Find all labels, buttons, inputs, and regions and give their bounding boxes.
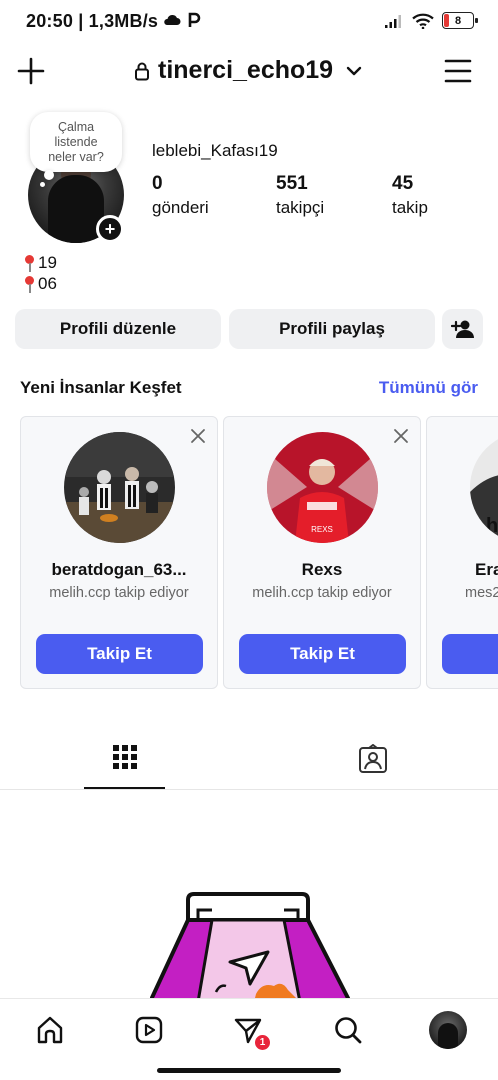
- home-indicator[interactable]: [157, 1068, 341, 1073]
- stat-following[interactable]: 45 takip: [392, 173, 428, 218]
- note-bubble[interactable]: Çalma listende neler var?: [30, 112, 122, 172]
- cloud-icon: [164, 14, 181, 25]
- profile-header: tinerci_echo19: [0, 50, 498, 94]
- profile-avatar: [429, 1011, 467, 1049]
- bio-line-1: 19: [38, 253, 57, 272]
- p-app-icon: [188, 12, 200, 27]
- signal-icon: [385, 14, 401, 28]
- nav-messages[interactable]: 1: [231, 1013, 271, 1051]
- search-icon: [335, 1017, 362, 1044]
- note-line-1: Çalma: [57, 120, 95, 134]
- chevron-down-icon: [346, 66, 362, 75]
- avatar-letter-text: h: [486, 515, 498, 537]
- suggestion-card[interactable]: REXS Rexs melih.ccp takip ediyor Takip E…: [223, 416, 421, 689]
- nav-reels[interactable]: [132, 1013, 166, 1047]
- menu-icon[interactable]: [444, 58, 472, 84]
- share-profile-button[interactable]: Profili paylaş: [229, 309, 435, 349]
- note-line-3: neler var?: [48, 150, 104, 164]
- reels-icon: [135, 1016, 163, 1044]
- pin-icon: [22, 274, 38, 294]
- stat-followers-value: 551: [276, 173, 308, 194]
- empty-posts-illustration: [150, 892, 350, 1002]
- close-icon[interactable]: [392, 427, 410, 445]
- suggestion-subtitle: melih.ccp takip ediyor: [49, 585, 189, 601]
- status-time: 20:50 | 1,3MB/s: [26, 11, 201, 32]
- nav-profile[interactable]: [429, 1011, 467, 1049]
- profile-tabs: [0, 735, 498, 790]
- close-icon[interactable]: [189, 427, 207, 445]
- discover-title: Yeni İnsanlar Keşfet: [20, 378, 182, 397]
- suggestion-card[interactable]: h Era mes2 T: [426, 416, 498, 689]
- bio-line-2: 06: [38, 274, 57, 293]
- battery-icon: 8: [442, 12, 478, 29]
- suggestion-username[interactable]: Era: [475, 560, 498, 580]
- pin-icon: [22, 253, 38, 273]
- profile-full-name: leblebi_Kafası19: [152, 141, 278, 160]
- plus-icon[interactable]: [16, 56, 46, 86]
- note-line-2: listende: [54, 135, 98, 149]
- status-bar: 20:50 | 1,3MB/s 8: [0, 0, 498, 44]
- lock-icon: [135, 62, 149, 80]
- note-bubble-tail: [44, 170, 54, 180]
- suggestion-avatar[interactable]: h: [470, 432, 498, 543]
- stat-posts-value: 0: [152, 173, 163, 194]
- messages-badge: 1: [254, 1034, 271, 1051]
- suggestion-avatar[interactable]: [64, 432, 175, 543]
- discover-header: Yeni İnsanlar Keşfet Tümünü gör: [20, 378, 478, 400]
- follow-button[interactable]: T: [442, 634, 498, 674]
- note-bubble-tail-small: [40, 182, 45, 187]
- stat-following-label: takip: [392, 198, 428, 217]
- follow-button[interactable]: Takip Et: [239, 634, 406, 674]
- follow-button[interactable]: Takip Et: [36, 634, 203, 674]
- avatar-watermark-text: REXS: [311, 525, 333, 534]
- stat-followers-label: takipçi: [276, 198, 325, 217]
- profile-actions: Profili düzenle Profili paylaş: [15, 309, 485, 351]
- stat-posts-label: gönderi: [152, 198, 209, 217]
- nav-search[interactable]: [331, 1013, 365, 1047]
- suggestion-subtitle: mes2: [465, 585, 498, 601]
- wifi-icon: [412, 13, 434, 29]
- discover-carousel[interactable]: beratdogan_63... melih.ccp takip ediyor …: [20, 416, 498, 690]
- add-story-icon[interactable]: +: [96, 215, 124, 243]
- suggestion-username[interactable]: beratdogan_63...: [21, 560, 217, 580]
- suggestion-username[interactable]: Rexs: [224, 560, 420, 580]
- see-all-link[interactable]: Tümünü gör: [379, 378, 478, 398]
- tab-posts-grid[interactable]: [84, 735, 165, 789]
- suggestion-subtitle: melih.ccp takip ediyor: [252, 585, 392, 601]
- account-switcher[interactable]: tinerci_echo19: [134, 56, 363, 85]
- suggestion-avatar[interactable]: REXS: [267, 432, 378, 543]
- add-person-icon: [450, 320, 474, 338]
- stat-followers[interactable]: 551 takipçi: [276, 173, 324, 218]
- grid-icon: [112, 745, 137, 769]
- bottom-navigation: 1: [0, 998, 498, 1080]
- home-icon: [37, 1016, 63, 1044]
- account-username: tinerci_echo19: [158, 56, 334, 84]
- profile-bio: 19 06: [22, 252, 57, 294]
- nav-home[interactable]: [33, 1013, 67, 1047]
- edit-profile-button[interactable]: Profili düzenle: [15, 309, 221, 349]
- stat-following-value: 45: [392, 173, 414, 194]
- stat-posts[interactable]: 0 gönderi: [152, 173, 209, 218]
- suggestion-card[interactable]: beratdogan_63... melih.ccp takip ediyor …: [20, 416, 218, 689]
- discover-people-button[interactable]: [442, 309, 483, 349]
- tagged-icon[interactable]: [358, 744, 388, 774]
